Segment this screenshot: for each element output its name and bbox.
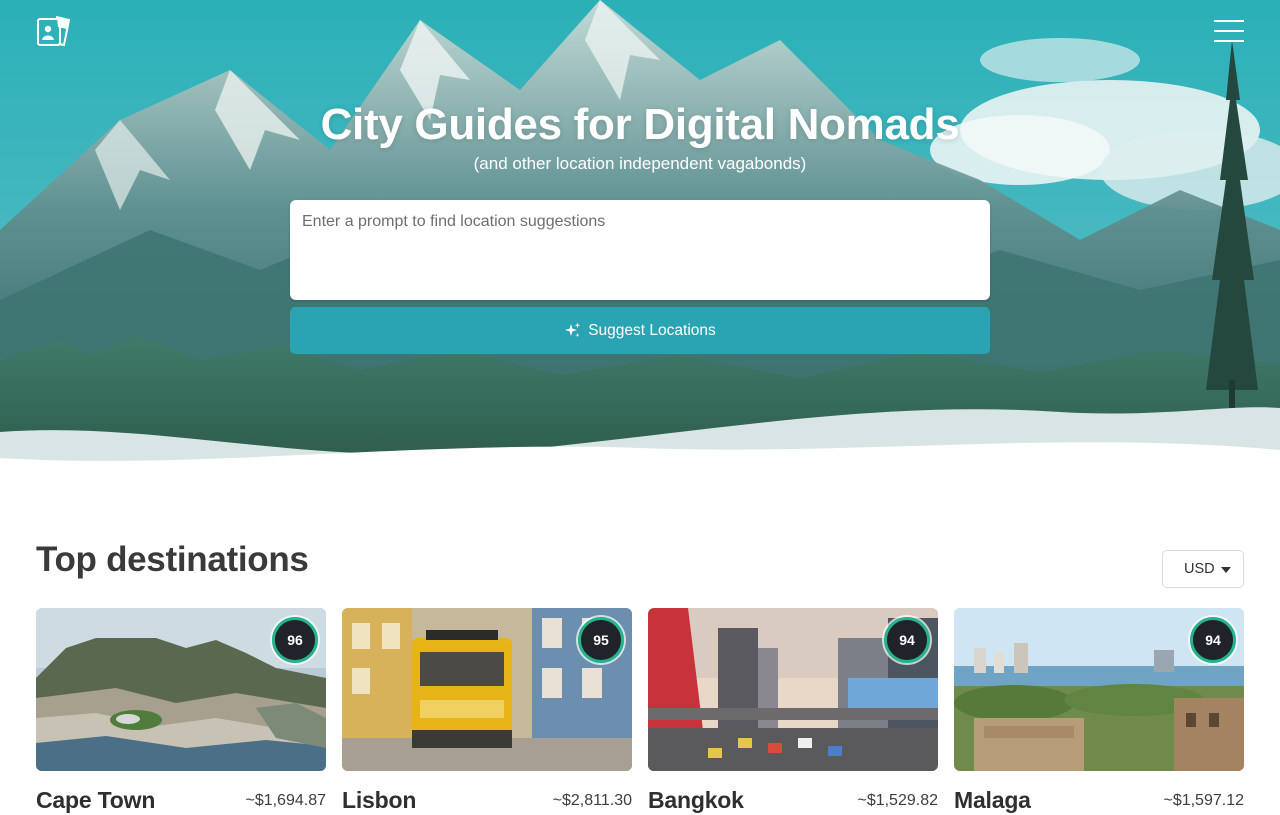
score-badge: 96: [272, 617, 318, 663]
hero-title: City Guides for Digital Nomads: [320, 100, 960, 149]
sparkles-icon: [565, 322, 581, 338]
destination-cost: ~$1,694.87: [245, 792, 326, 809]
section-title: Top destinations: [36, 540, 309, 579]
destination-card[interactable]: 94 Bangkok ~$1,529.82: [648, 608, 938, 813]
score-badge: 95: [578, 617, 624, 663]
destination-name: Bangkok: [648, 787, 744, 813]
prompt-input[interactable]: [290, 200, 990, 300]
hero-subtitle: (and other location independent vagabond…: [473, 154, 807, 173]
caret-down-icon: [1221, 567, 1231, 573]
destination-cost: ~$1,597.12: [1163, 792, 1244, 809]
suggest-locations-label: Suggest Locations: [588, 321, 716, 339]
destination-name: Cape Town: [36, 787, 156, 813]
currency-value: USD: [1184, 561, 1215, 577]
destination-name: Lisbon: [342, 787, 417, 813]
suggest-locations-button[interactable]: Suggest Locations: [290, 307, 990, 354]
hamburger-menu-icon: [1214, 20, 1244, 42]
destination-card[interactable]: 94 Malaga ~$1,597.12: [954, 608, 1244, 813]
menu-button[interactable]: [1212, 18, 1246, 44]
score-badge: 94: [1190, 617, 1236, 663]
hero-section: City Guides for Digital Nomads (and othe…: [0, 0, 1280, 470]
destination-card[interactable]: 95 Lisbon ~$2,811.30: [342, 608, 632, 813]
destination-cost: ~$1,529.82: [857, 792, 938, 809]
destination-card[interactable]: 96 Cape Town ~$1,694.87: [36, 608, 326, 813]
score-badge: 94: [884, 617, 930, 663]
destination-cost: ~$2,811.30: [552, 792, 632, 809]
destination-name: Malaga: [954, 787, 1031, 813]
nomad-card-logo-icon: [37, 16, 71, 47]
logo[interactable]: [36, 15, 72, 49]
currency-select[interactable]: USD: [1162, 550, 1244, 588]
